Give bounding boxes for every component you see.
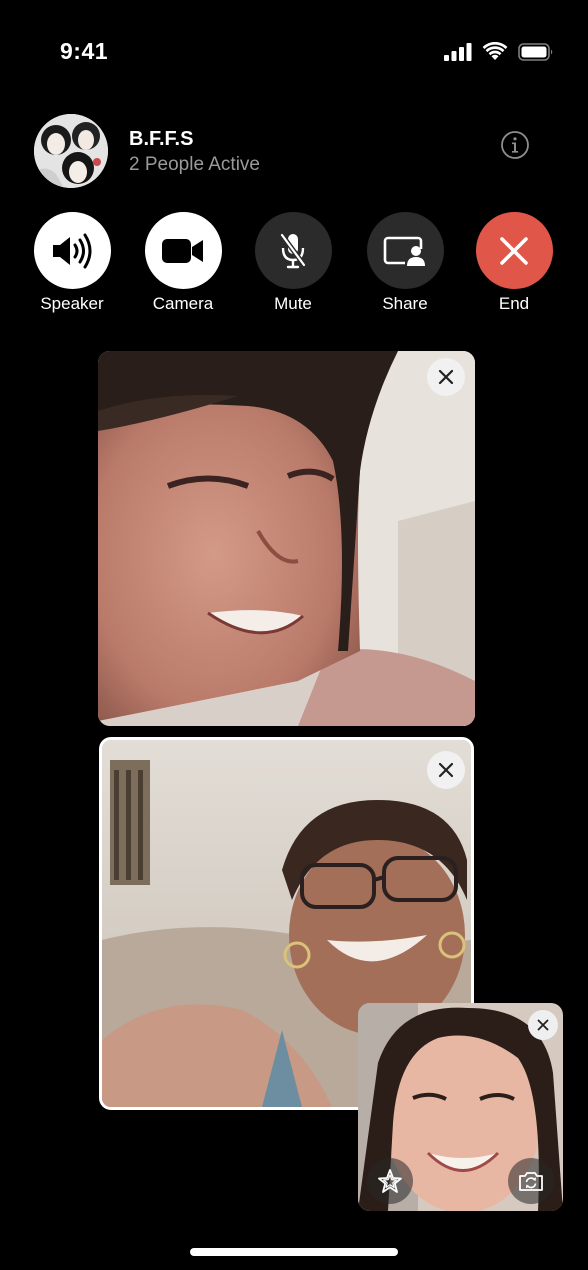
home-indicator[interactable] bbox=[190, 1248, 398, 1256]
status-bar: 9:41 bbox=[0, 0, 588, 100]
close-icon bbox=[438, 762, 454, 778]
participant-video-image bbox=[98, 351, 475, 726]
group-name: B.F.F.S bbox=[129, 128, 194, 150]
flip-camera-button[interactable] bbox=[508, 1158, 554, 1204]
battery-icon bbox=[518, 42, 553, 61]
share-label: Share bbox=[382, 294, 428, 313]
video-camera-icon bbox=[162, 238, 203, 263]
wifi-icon bbox=[482, 42, 508, 60]
group-header: B.F.F.S 2 People Active bbox=[34, 114, 554, 190]
close-participant-button[interactable] bbox=[427, 751, 465, 789]
effects-star-icon bbox=[378, 1169, 402, 1193]
camera-label: Camera bbox=[152, 294, 214, 313]
cellular-signal-icon bbox=[444, 42, 472, 61]
share-screen-icon bbox=[383, 236, 427, 267]
speaker-button[interactable]: Speaker bbox=[17, 212, 127, 314]
close-icon bbox=[537, 1019, 549, 1031]
mute-button[interactable]: Mute bbox=[238, 212, 348, 314]
close-participant-button[interactable] bbox=[427, 358, 465, 396]
status-icons bbox=[444, 42, 554, 61]
status-time: 9:41 bbox=[60, 38, 109, 64]
participant-video-1[interactable] bbox=[98, 351, 475, 726]
call-controls: Speaker Camera Mute Share End bbox=[0, 212, 588, 322]
self-view-video[interactable] bbox=[358, 1003, 563, 1211]
close-icon bbox=[500, 236, 528, 265]
share-button[interactable]: Share bbox=[350, 212, 460, 314]
close-icon bbox=[438, 369, 454, 385]
end-label: End bbox=[498, 294, 530, 313]
flip-camera-icon bbox=[519, 1172, 543, 1191]
close-self-view-button[interactable] bbox=[528, 1010, 558, 1040]
end-call-button[interactable]: End bbox=[459, 212, 569, 314]
camera-button[interactable]: Camera bbox=[128, 212, 238, 314]
effects-button[interactable] bbox=[367, 1158, 413, 1204]
info-icon[interactable] bbox=[500, 130, 530, 160]
speaker-icon bbox=[53, 233, 92, 268]
mute-label: Mute bbox=[274, 294, 312, 313]
speaker-label: Speaker bbox=[40, 294, 104, 313]
group-avatar[interactable] bbox=[34, 114, 108, 188]
group-status: 2 People Active bbox=[129, 154, 260, 175]
mic-off-icon bbox=[279, 233, 307, 268]
